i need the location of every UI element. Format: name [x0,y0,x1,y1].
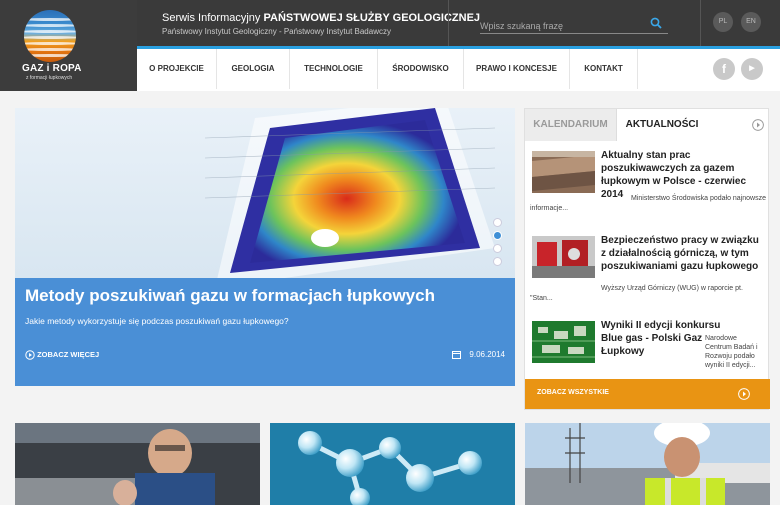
search-input[interactable] [480,18,645,34]
slider-dot[interactable] [493,218,502,227]
news-sidebar: KALENDARIUM AKTUALNOŚCI Aktualny stan pr… [524,108,770,410]
tab-kalendarium[interactable]: KALENDARIUM [525,109,617,141]
divider [448,0,449,46]
news-thumbnail [532,151,595,193]
youtube-icon[interactable]: ▶ [741,58,763,80]
hero-map-image [204,108,496,288]
logo[interactable]: GAZ i ROPA z formacji łupkowych [0,0,137,91]
news-item[interactable]: Bezpieczeństwo pracy w związku z działal… [525,226,770,311]
arrow-circle-icon [25,350,35,360]
lang-en-button[interactable]: EN [741,12,761,32]
nav-technologie[interactable]: TECHNOLOGIE [290,49,378,89]
news-title[interactable]: Wyniki II edycji konkursu Blue gas - Pol… [601,319,721,358]
news-title[interactable]: Bezpieczeństwo pracy w związku z działal… [601,234,766,273]
nav-prawo-i-koncesje[interactable]: PRAWO I KONCESJE [464,49,570,89]
top-bar: Serwis Informacyjny PAŃSTWOWEJ SŁUŻBY GE… [137,0,780,46]
logo-globe-icon [24,10,76,62]
slider-dot[interactable] [493,244,502,253]
hero-more-link[interactable]: ZOBACZ WIĘCEJ [25,350,99,360]
card-molecules-image[interactable] [270,423,515,505]
news-thumbnail [532,321,595,363]
logo-title: GAZ i ROPA [22,63,82,74]
slider-dot[interactable] [493,257,502,266]
arrow-circle-icon [738,388,750,400]
main-nav: O PROJEKCIE GEOLOGIA TECHNOLOGIE ŚRODOWI… [137,49,780,91]
divider [700,0,701,46]
tab-aktualnosci[interactable]: AKTUALNOŚCI [617,109,707,141]
hero-date: 9.06.2014 [452,350,505,360]
search-icon[interactable] [650,17,662,29]
slider-dot-active[interactable] [493,231,502,240]
card-worker-image[interactable] [525,423,770,505]
nav-geologia[interactable]: GEOLOGIA [217,49,290,89]
search-box [480,16,668,34]
facebook-icon[interactable]: f [713,58,735,80]
hero-slider[interactable]: Metody poszukiwań gazu w formacjach łupk… [15,108,515,386]
news-text: "Stan... [530,295,553,302]
next-arrow-icon[interactable] [752,119,764,131]
site-title: Serwis Informacyjny PAŃSTWOWEJ SŁUŻBY GE… [162,12,481,24]
hero-text: Jakie metody wykorzystuje się podczas po… [25,316,289,326]
card-technicians-image[interactable] [15,423,260,505]
logo-subtitle: z formacji łupkowych [26,75,73,81]
nav-o-projekcie[interactable]: O PROJEKCIE [137,49,217,89]
calendar-icon [452,351,462,360]
news-text: Narodowe Centrum Badań i Rozwoju podało … [705,335,758,369]
hero-title[interactable]: Metody poszukiwań gazu w formacjach łupk… [25,286,435,306]
nav-kontakt[interactable]: KONTAKT [570,49,638,89]
see-all-button[interactable]: ZOBACZ WSZYSTKIE [525,379,770,409]
header: GAZ i ROPA z formacji łupkowych Serwis I… [0,0,780,91]
news-thumbnail [532,236,595,278]
nav-srodowisko[interactable]: ŚRODOWISKO [378,49,464,89]
news-item[interactable]: Aktualny stan prac poszukiwawczych za ga… [525,141,770,226]
news-text: informacje... [530,205,569,212]
site-subtitle: Państwowy Instytut Geologiczny - Państwo… [162,27,391,36]
lang-pl-button[interactable]: PL [713,12,733,32]
